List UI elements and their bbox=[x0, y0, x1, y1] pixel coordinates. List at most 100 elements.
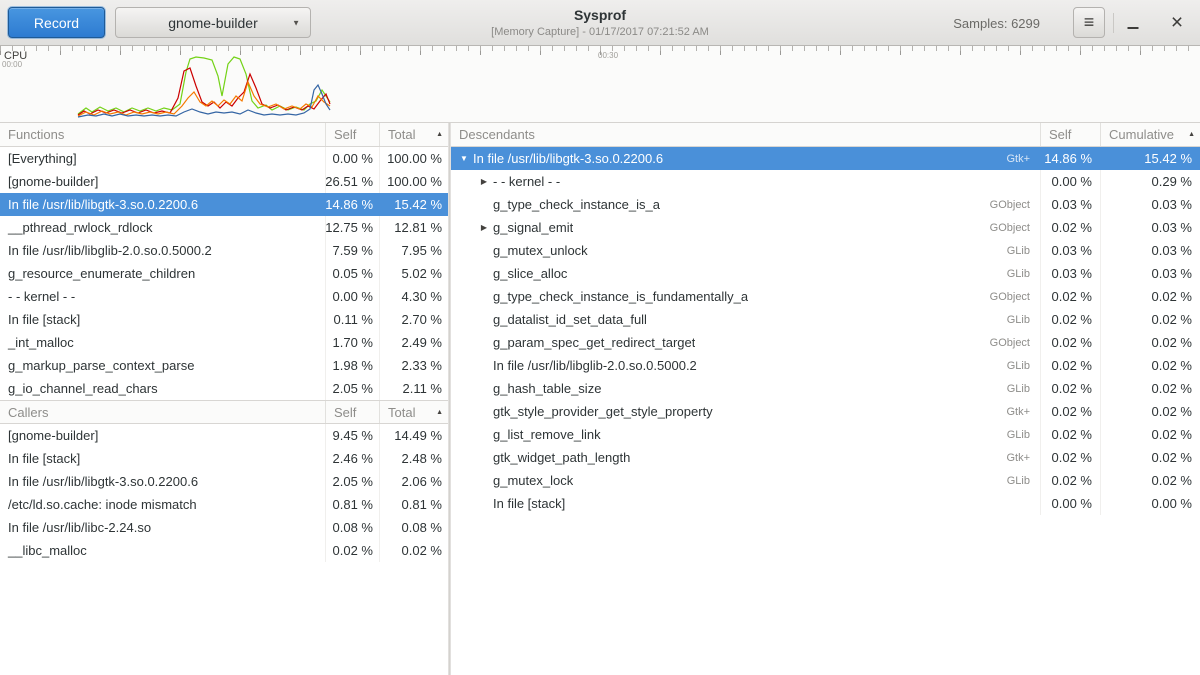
function-name-cell: /etc/ld.so.cache: inode mismatch bbox=[0, 493, 325, 516]
table-row[interactable]: /etc/ld.so.cache: inode mismatch0.81 %0.… bbox=[0, 493, 448, 516]
table-row[interactable]: ▶g_signal_emitGObject0.02 %0.03 % bbox=[451, 216, 1200, 239]
function-name-cell: [Everything] bbox=[0, 147, 325, 170]
table-row[interactable]: g_type_check_instance_is_aGObject0.03 %0… bbox=[451, 193, 1200, 216]
table-row[interactable]: g_hash_table_sizeGLib0.02 %0.02 % bbox=[451, 377, 1200, 400]
table-row[interactable]: [Everything]0.00 %100.00 % bbox=[0, 147, 448, 170]
table-row[interactable]: g_resource_enumerate_children0.05 %5.02 … bbox=[0, 262, 448, 285]
table-row[interactable]: _int_malloc1.70 %2.49 % bbox=[0, 331, 448, 354]
column-header-total[interactable]: Total ▲ bbox=[379, 401, 448, 423]
table-row[interactable]: - - kernel - -0.00 %4.30 % bbox=[0, 285, 448, 308]
function-name-cell: __pthread_rwlock_rdlock bbox=[0, 216, 325, 239]
table-row[interactable]: In file /usr/lib/libgtk-3.so.0.2200.62.0… bbox=[0, 470, 448, 493]
table-row[interactable]: g_mutex_lockGLib0.02 %0.02 % bbox=[451, 469, 1200, 492]
self-percent-cell: 0.02 % bbox=[1040, 377, 1100, 400]
column-header-self[interactable]: Self bbox=[325, 123, 379, 146]
self-percent-cell: 0.00 % bbox=[1040, 492, 1100, 515]
table-row[interactable]: gtk_widget_path_lengthGtk+0.02 %0.02 % bbox=[451, 446, 1200, 469]
expand-arrow-icon[interactable]: ▶ bbox=[477, 223, 491, 232]
minimize-button[interactable] bbox=[1118, 8, 1148, 38]
self-percent-cell: 0.02 % bbox=[1040, 354, 1100, 377]
expand-arrow-icon[interactable]: ▶ bbox=[477, 177, 491, 186]
library-label: GObject bbox=[990, 199, 1040, 211]
table-row[interactable]: In file /usr/lib/libgtk-3.so.0.2200.614.… bbox=[0, 193, 448, 216]
sort-indicator-icon: ▲ bbox=[436, 131, 448, 138]
cumulative-percent-cell: 0.03 % bbox=[1100, 239, 1200, 262]
table-row[interactable]: __pthread_rwlock_rdlock12.75 %12.81 % bbox=[0, 216, 448, 239]
total-percent-cell: 2.48 % bbox=[379, 447, 448, 470]
table-row[interactable]: In file [stack]0.00 %0.00 % bbox=[451, 492, 1200, 515]
self-percent-cell: 0.00 % bbox=[325, 147, 379, 170]
cumulative-percent-cell: 0.02 % bbox=[1100, 400, 1200, 423]
close-button[interactable]: × bbox=[1162, 8, 1192, 38]
table-row[interactable]: g_io_channel_read_chars2.05 %2.11 % bbox=[0, 377, 448, 400]
table-row[interactable]: g_type_check_instance_is_fundamentally_a… bbox=[451, 285, 1200, 308]
cumulative-percent-cell: 0.03 % bbox=[1100, 262, 1200, 285]
column-header-cumulative-label: Cumulative bbox=[1109, 127, 1174, 142]
column-header-self[interactable]: Self bbox=[325, 401, 379, 423]
table-row[interactable]: g_datalist_id_set_data_fullGLib0.02 %0.0… bbox=[451, 308, 1200, 331]
callers-table-body: [gnome-builder]9.45 %14.49 %In file [sta… bbox=[0, 424, 448, 562]
column-header-total[interactable]: Total ▲ bbox=[379, 123, 448, 146]
cpu-graph-svg bbox=[0, 46, 1200, 123]
self-percent-cell: 12.75 % bbox=[325, 216, 379, 239]
total-percent-cell: 100.00 % bbox=[379, 170, 448, 193]
hamburger-icon: ≡ bbox=[1084, 12, 1095, 33]
descendants-table-header: Descendants Self Cumulative ▲ bbox=[451, 123, 1200, 147]
cumulative-percent-cell: 0.03 % bbox=[1100, 193, 1200, 216]
descendant-name-cell: g_mutex_lockGLib bbox=[451, 469, 1040, 492]
menu-button[interactable]: ≡ bbox=[1073, 7, 1105, 38]
total-percent-cell: 2.70 % bbox=[379, 308, 448, 331]
total-percent-cell: 12.81 % bbox=[379, 216, 448, 239]
function-name: - - kernel - - bbox=[493, 174, 560, 189]
minimize-icon bbox=[1128, 27, 1139, 29]
cumulative-percent-cell: 15.42 % bbox=[1100, 147, 1200, 170]
table-row[interactable]: [gnome-builder]9.45 %14.49 % bbox=[0, 424, 448, 447]
function-name-cell: __libc_malloc bbox=[0, 539, 325, 562]
sysprof-window: Record gnome-builder ▼ Sysprof [Memory C… bbox=[0, 0, 1200, 675]
table-row[interactable]: In file [stack]0.11 %2.70 % bbox=[0, 308, 448, 331]
library-label: GLib bbox=[1007, 429, 1040, 441]
column-header-functions[interactable]: Functions bbox=[0, 123, 325, 146]
function-name-cell: _int_malloc bbox=[0, 331, 325, 354]
column-header-self[interactable]: Self bbox=[1040, 123, 1100, 146]
window-title-box: Sysprof [Memory Capture] - 01/17/2017 07… bbox=[491, 5, 709, 39]
function-name: g_datalist_id_set_data_full bbox=[493, 312, 647, 327]
column-header-cumulative[interactable]: Cumulative ▲ bbox=[1100, 123, 1200, 146]
table-row[interactable]: In file /usr/lib/libc-2.24.so0.08 %0.08 … bbox=[0, 516, 448, 539]
table-row[interactable]: [gnome-builder]26.51 %100.00 % bbox=[0, 170, 448, 193]
column-header-callers[interactable]: Callers bbox=[0, 401, 325, 423]
table-row[interactable]: g_mutex_unlockGLib0.03 %0.03 % bbox=[451, 239, 1200, 262]
descendant-name-cell: g_type_check_instance_is_aGObject bbox=[451, 193, 1040, 216]
total-percent-cell: 14.49 % bbox=[379, 424, 448, 447]
descendants-table-body: ▼In file /usr/lib/libgtk-3.so.0.2200.6Gt… bbox=[451, 147, 1200, 515]
process-selector-dropdown[interactable]: gnome-builder ▼ bbox=[115, 7, 311, 38]
table-row[interactable]: ▶- - kernel - -0.00 %0.29 % bbox=[451, 170, 1200, 193]
table-row[interactable]: g_list_remove_linkGLib0.02 %0.02 % bbox=[451, 423, 1200, 446]
cumulative-percent-cell: 0.03 % bbox=[1100, 216, 1200, 239]
table-row[interactable]: g_slice_allocGLib0.03 %0.03 % bbox=[451, 262, 1200, 285]
table-row[interactable]: g_param_spec_get_redirect_targetGObject0… bbox=[451, 331, 1200, 354]
descendant-name-cell: g_slice_allocGLib bbox=[451, 262, 1040, 285]
table-row[interactable]: ▼In file /usr/lib/libgtk-3.so.0.2200.6Gt… bbox=[451, 147, 1200, 170]
descendant-name-cell: g_param_spec_get_redirect_targetGObject bbox=[451, 331, 1040, 354]
total-percent-cell: 2.33 % bbox=[379, 354, 448, 377]
self-percent-cell: 14.86 % bbox=[1040, 147, 1100, 170]
table-row[interactable]: __libc_malloc0.02 %0.02 % bbox=[0, 539, 448, 562]
table-row[interactable]: gtk_style_provider_get_style_propertyGtk… bbox=[451, 400, 1200, 423]
cumulative-percent-cell: 0.29 % bbox=[1100, 170, 1200, 193]
cpu-usage-graph[interactable]: CPU 00:00 00:30 bbox=[0, 46, 1200, 123]
table-row[interactable]: In file /usr/lib/libglib-2.0.so.0.5000.2… bbox=[451, 354, 1200, 377]
self-percent-cell: 0.02 % bbox=[1040, 331, 1100, 354]
record-button[interactable]: Record bbox=[8, 7, 105, 38]
table-row[interactable]: g_markup_parse_context_parse1.98 %2.33 % bbox=[0, 354, 448, 377]
table-row[interactable]: In file /usr/lib/libglib-2.0.so.0.5000.2… bbox=[0, 239, 448, 262]
main-content: Functions Self Total ▲ [Everything]0.00 … bbox=[0, 123, 1200, 675]
header-bar: Record gnome-builder ▼ Sysprof [Memory C… bbox=[0, 0, 1200, 46]
function-name: gtk_widget_path_length bbox=[493, 450, 630, 465]
self-percent-cell: 0.02 % bbox=[1040, 446, 1100, 469]
table-row[interactable]: In file [stack]2.46 %2.48 % bbox=[0, 447, 448, 470]
column-header-descendants[interactable]: Descendants bbox=[451, 123, 1040, 146]
collapse-arrow-icon[interactable]: ▼ bbox=[457, 154, 471, 163]
callers-table-header: Callers Self Total ▲ bbox=[0, 400, 448, 424]
right-pane: Descendants Self Cumulative ▲ ▼In file /… bbox=[451, 123, 1200, 675]
